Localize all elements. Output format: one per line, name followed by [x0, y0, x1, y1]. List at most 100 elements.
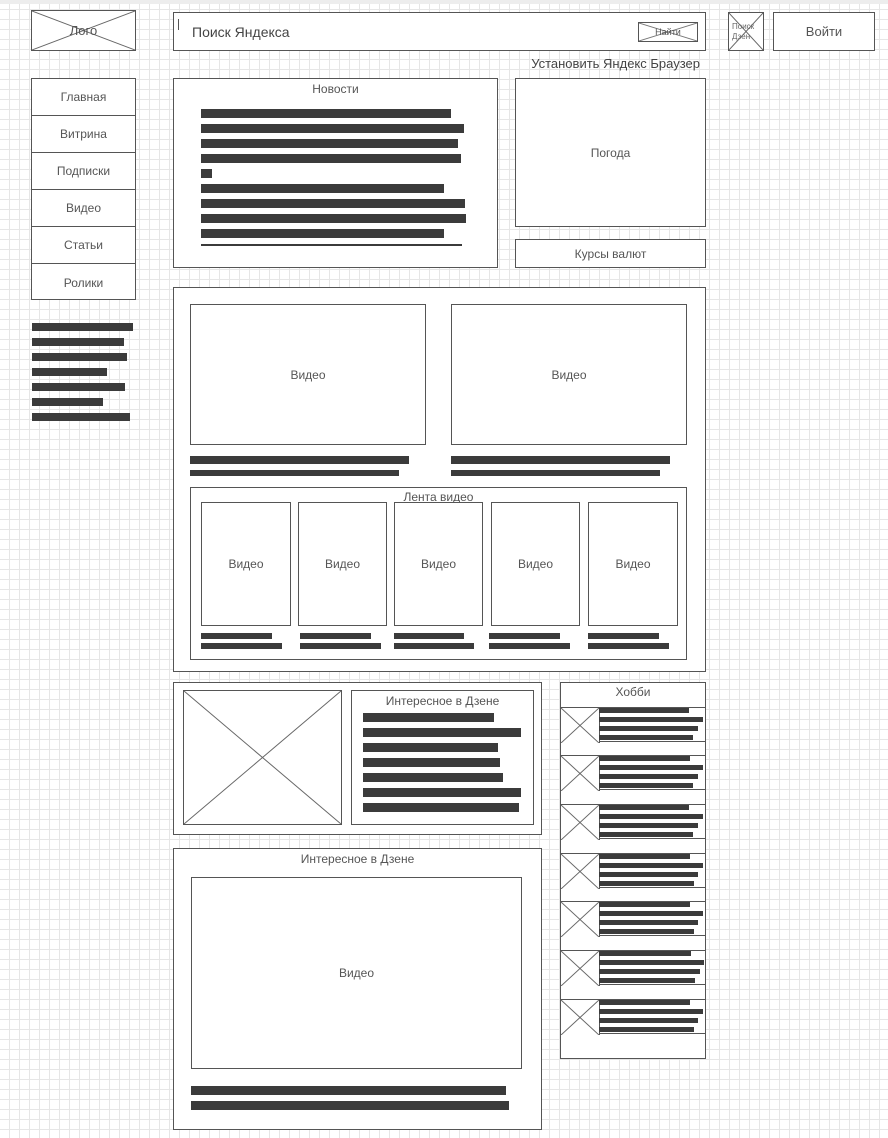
hobby-thumbnail [561, 854, 600, 889]
feed-caption-line [489, 643, 570, 649]
hobby-text-line [599, 735, 693, 740]
hobby-text-line [599, 765, 703, 770]
hobby-text-line [599, 783, 693, 788]
news-item[interactable] [201, 199, 465, 208]
news-item[interactable] [201, 124, 464, 133]
dzen-search-button[interactable]: Поиск Дзен [728, 12, 764, 51]
hobby-thumbnail [561, 756, 600, 791]
logo-placeholder[interactable]: Лого [31, 10, 136, 51]
video-label: Видео [615, 557, 651, 571]
nav-item-subscriptions[interactable]: Подписки [32, 153, 135, 190]
hobby-text-line [599, 929, 694, 934]
text-line [32, 353, 127, 361]
dzen-video[interactable]: Видео [191, 877, 522, 1069]
dzen-text-card[interactable]: Интересное в Дзене [351, 690, 534, 825]
nav-item-clips[interactable]: Ролики [32, 264, 135, 301]
feed-caption-line [201, 633, 272, 639]
text-line [363, 773, 503, 782]
weather-widget[interactable]: Погода [515, 78, 706, 227]
image-placeholder-icon [561, 854, 599, 889]
news-item[interactable] [201, 229, 444, 238]
video-label: Видео [551, 367, 587, 382]
logo-label: Лого [69, 23, 98, 38]
news-item[interactable] [201, 244, 462, 246]
hobby-item[interactable] [560, 950, 706, 986]
text-cursor [178, 19, 179, 30]
video-label: Видео [420, 557, 457, 571]
search-placeholder: Поиск Яндекса [192, 24, 290, 40]
video-label: Видео [324, 557, 361, 571]
nav-item-main[interactable]: Главная [32, 79, 135, 116]
news-item[interactable] [201, 214, 466, 223]
dzen-image[interactable] [183, 690, 342, 825]
feed-video-card[interactable]: Видео [588, 502, 678, 626]
hobby-text-line [599, 805, 689, 810]
video-caption-line [451, 470, 660, 476]
news-item[interactable] [201, 154, 461, 163]
feed-video-card[interactable]: Видео [298, 502, 387, 626]
text-line [363, 803, 519, 812]
hobby-thumbnail [561, 902, 600, 937]
login-button[interactable]: Войти [773, 12, 875, 51]
dzen-video-block: Интересное в Дзене Видео [173, 848, 542, 1130]
hobby-text-line [599, 1000, 690, 1005]
hobby-text-line [599, 854, 690, 859]
text-line [32, 338, 124, 346]
search-button[interactable]: Найти [638, 22, 698, 42]
video-card[interactable]: Видео [451, 304, 687, 445]
video-label: Видео [338, 966, 375, 980]
feed-video-card[interactable]: Видео [394, 502, 483, 626]
news-title: Новости [312, 82, 359, 96]
hobby-thumbnail [561, 951, 600, 986]
hobby-text-line [599, 872, 698, 877]
hobby-item[interactable] [560, 804, 706, 840]
news-item[interactable] [201, 109, 451, 118]
login-label: Войти [805, 24, 843, 39]
feed-caption-line [489, 633, 560, 639]
feed-video-card[interactable]: Видео [491, 502, 580, 626]
news-block: Новости [173, 78, 498, 268]
nav-item-video[interactable]: Видео [32, 190, 135, 227]
video-card[interactable]: Видео [190, 304, 426, 445]
video-label: Видео [290, 367, 326, 382]
news-item[interactable] [201, 139, 458, 148]
hobby-item[interactable] [560, 755, 706, 791]
nav-menu: Главная Витрина Подписки Видео Статьи Ро… [31, 78, 136, 300]
video-label: Видео [228, 557, 264, 571]
feed-caption-line [201, 643, 282, 649]
nav-item-showcase[interactable]: Витрина [32, 116, 135, 153]
dzen-search-label: Поиск Дзен [732, 22, 755, 41]
feed-caption-line [300, 643, 381, 649]
hobby-text-line [599, 774, 698, 779]
image-placeholder-icon [561, 902, 599, 937]
hobby-item[interactable] [560, 901, 706, 937]
feed-video-card[interactable]: Видео [201, 502, 291, 626]
hobby-text-line [599, 960, 704, 965]
text-line [191, 1101, 509, 1110]
hobby-text-line [599, 881, 694, 886]
hobby-text-line [599, 832, 693, 837]
hobby-text-line [599, 951, 691, 956]
news-item[interactable] [201, 184, 444, 193]
search-input[interactable]: Поиск Яндекса Найти [173, 12, 706, 51]
hobby-item[interactable] [560, 999, 706, 1035]
currency-label: Курсы валют [574, 246, 647, 261]
hobby-item[interactable] [560, 853, 706, 889]
text-line [32, 413, 130, 421]
dzen-title-large: Интересное в Дзене [300, 852, 415, 866]
hobby-text-line [599, 1027, 694, 1032]
hobby-text-line [599, 1009, 703, 1014]
currency-widget[interactable]: Курсы валют [515, 239, 706, 268]
feed-caption-line [394, 633, 464, 639]
hobby-text-line [599, 823, 698, 828]
image-placeholder-icon [184, 691, 341, 824]
text-line [363, 758, 500, 767]
hobby-thumbnail [561, 1000, 600, 1035]
video-caption-line [190, 470, 399, 476]
image-placeholder-icon [561, 708, 599, 743]
nav-item-articles[interactable]: Статьи [32, 227, 135, 264]
hobby-item[interactable] [560, 707, 706, 743]
hobby-text-line [599, 814, 703, 819]
install-browser-link[interactable]: Установить Яндекс Браузер [500, 56, 700, 71]
news-item[interactable] [201, 169, 212, 178]
